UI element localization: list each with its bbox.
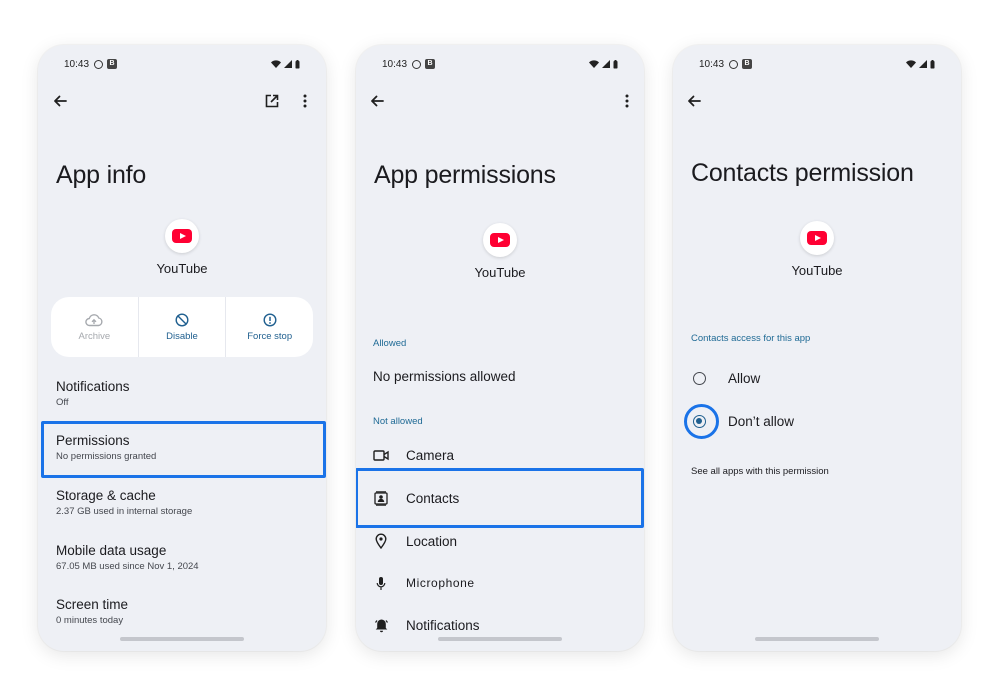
item-title: Screen time [56,597,129,612]
back-arrow-icon[interactable] [50,91,70,111]
status-circle-icon [94,59,104,69]
status-time: 10:43 [382,58,408,70]
disable-icon [175,312,189,327]
contacts-access-label: Contacts access for this app [691,333,811,344]
force-stop-button[interactable]: Force stop [226,297,313,357]
disable-button[interactable]: Disable [139,297,227,357]
permission-location[interactable]: Location [373,533,457,549]
system-icons [271,59,300,69]
status-badge: B [425,59,436,69]
allow-option[interactable]: Allow [693,371,760,386]
open-external-icon[interactable] [262,91,282,111]
more-vert-icon[interactable] [295,91,315,111]
back-arrow-icon[interactable] [684,91,704,111]
battery-icon [930,59,935,68]
battery-icon [613,59,618,68]
page-title: App permissions [374,161,556,189]
permissions-highlight [41,421,326,478]
home-indicator[interactable] [120,637,244,641]
force-stop-label: Force stop [247,330,293,342]
phone-contacts-permission: 10:43 B Contacts permission YouTube Cont… [673,45,961,651]
home-indicator[interactable] [438,637,562,641]
signal-icon [602,60,610,68]
back-arrow-icon[interactable] [367,91,387,111]
dont-allow-highlight [684,404,719,439]
allow-radio[interactable] [693,372,706,385]
permission-label: Camera [406,447,455,463]
status-time: 10:43 [699,58,725,70]
permission-label: Notifications [406,617,480,633]
option-label: Allow [728,371,761,386]
bell-icon [373,617,389,633]
more-vert-icon[interactable] [617,91,637,111]
microphone-icon [373,575,389,591]
permission-microphone[interactable]: Microphone [373,575,475,591]
phone-app-info: 10:43 B App info YouTube Archive Disable… [38,45,326,651]
phone-app-permissions: 10:43 B App permissions YouTube Allowed … [356,45,644,651]
permission-label: Microphone [406,576,475,590]
system-icons [906,59,935,69]
item-title: Storage & cache [56,488,156,503]
page-title: Contacts permission [691,159,914,187]
app-name: YouTube [791,263,843,278]
permission-notifications[interactable]: Notifications [373,617,480,633]
wifi-icon [589,60,599,68]
wifi-icon [271,60,281,68]
signal-icon [919,60,927,68]
status-bar: 10:43 B [382,57,618,71]
item-subtitle: Off [56,397,69,408]
mobile-data-item[interactable]: Mobile data usage 67.05 MB used since No… [56,543,199,572]
youtube-app-icon [165,219,199,253]
battery-icon [295,59,300,68]
notifications-item[interactable]: Notifications Off [56,379,130,408]
wifi-icon [906,60,916,68]
no-permissions-allowed: No permissions allowed [373,369,516,384]
contacts-highlight [356,468,644,528]
app-name: YouTube [156,261,208,276]
app-actions: Archive Disable Force stop [51,297,313,357]
youtube-app-icon [483,223,517,257]
status-time: 10:43 [64,58,90,70]
force-stop-icon [263,312,277,327]
youtube-app-icon [800,221,834,255]
archive-button[interactable]: Archive [51,297,139,357]
screen-time-item[interactable]: Screen time 0 minutes today [56,597,128,626]
location-icon [373,533,389,549]
permission-camera[interactable]: Camera [373,447,454,463]
item-subtitle: 2.37 GB used in internal storage [56,506,193,517]
empty-text: No permissions allowed [373,369,516,384]
status-badge: B [107,59,118,69]
storage-item[interactable]: Storage & cache 2.37 GB used in internal… [56,488,192,517]
app-name: YouTube [474,265,526,280]
status-badge: B [742,59,753,69]
status-circle-icon [412,59,422,69]
system-icons [589,59,618,69]
signal-icon [284,60,292,68]
archive-label: Archive [78,330,111,342]
not-allowed-section-label: Not allowed [373,416,423,427]
status-bar: 10:43 B [699,57,935,71]
item-subtitle: 67.05 MB used since Nov 1, 2024 [56,561,199,572]
disable-label: Disable [166,330,198,342]
home-indicator[interactable] [755,637,879,641]
allowed-section-label: Allowed [373,338,407,349]
item-title: Mobile data usage [56,543,167,558]
option-label: Don’t allow [728,414,795,429]
cloud-archive-icon [85,313,103,326]
item-subtitle: 0 minutes today [56,615,124,626]
see-all-apps-link[interactable]: See all apps with this permission [691,466,829,477]
status-circle-icon [729,59,739,69]
status-bar: 10:43 B [64,57,300,71]
page-title: App info [56,161,147,189]
item-title: Notifications [56,379,130,394]
permission-label: Location [406,533,458,549]
camera-icon [373,447,389,463]
